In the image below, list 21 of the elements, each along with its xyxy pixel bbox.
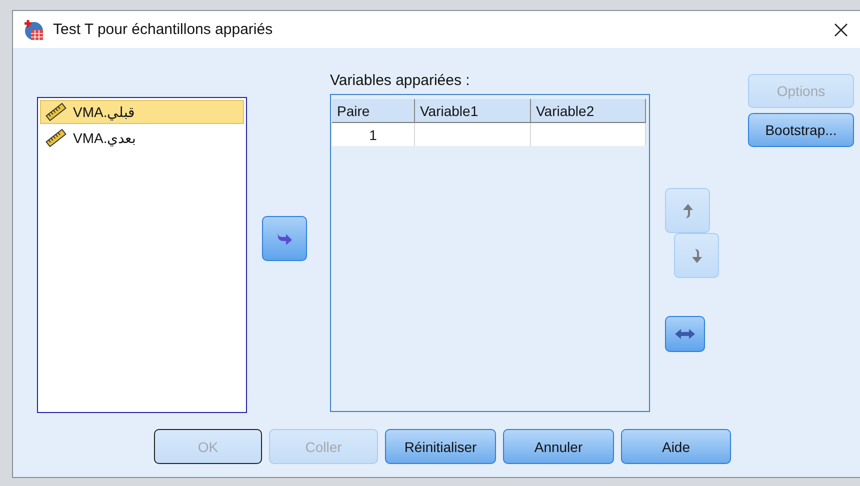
table-icon xyxy=(23,18,45,40)
column-header: Variable1 xyxy=(415,99,531,123)
close-icon[interactable] xyxy=(834,22,848,36)
table-cell: 1 xyxy=(332,123,415,146)
window-title: Test T pour échantillons appariés xyxy=(53,21,274,38)
variable-name: VMA.بعدي xyxy=(73,130,136,146)
double-arrow-icon xyxy=(674,328,696,340)
variable-item[interactable]: VMA.بعدي xyxy=(40,126,244,150)
dialog-button[interactable]: Annuler xyxy=(503,429,614,464)
paired-variables-label: Variables appariées : xyxy=(330,72,471,91)
column-header: Variable2 xyxy=(531,99,646,123)
side-button[interactable]: Bootstrap... xyxy=(748,113,854,147)
variable-name: VMA.قبلي xyxy=(73,104,136,120)
transfer-button[interactable] xyxy=(262,216,307,261)
dialog-button[interactable]: Aide xyxy=(621,429,731,464)
arrow-down-icon xyxy=(690,248,702,264)
arrow-up-icon xyxy=(682,202,694,218)
dialog-button[interactable]: Réinitialiser xyxy=(385,429,496,464)
column-header: Paire xyxy=(332,99,415,123)
swap-button[interactable] xyxy=(665,316,705,352)
variable-item[interactable]: VMA.قبلي xyxy=(40,100,244,124)
